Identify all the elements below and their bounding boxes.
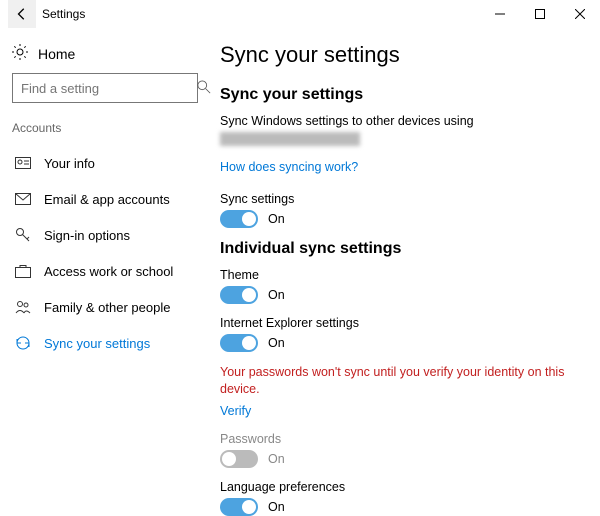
theme-state: On bbox=[268, 288, 285, 302]
titlebar: Settings bbox=[0, 0, 600, 28]
lang-toggle[interactable] bbox=[220, 498, 258, 516]
close-button[interactable] bbox=[560, 0, 600, 28]
sidebar-item-label: Sync your settings bbox=[44, 336, 150, 351]
ie-label: Internet Explorer settings bbox=[220, 316, 580, 330]
briefcase-icon bbox=[14, 264, 32, 278]
ie-state: On bbox=[268, 336, 285, 350]
sidebar: Home Accounts Your info Email & app acco… bbox=[0, 28, 210, 516]
home-label: Home bbox=[38, 46, 75, 62]
sidebar-item-your-info[interactable]: Your info bbox=[12, 145, 198, 181]
sync-settings-toggle[interactable] bbox=[220, 210, 258, 228]
search-icon bbox=[197, 80, 211, 97]
person-card-icon bbox=[14, 157, 32, 169]
people-icon bbox=[14, 300, 32, 314]
maximize-button[interactable] bbox=[520, 0, 560, 28]
sidebar-item-label: Sign-in options bbox=[44, 228, 130, 243]
main-content: Sync your settings Sync your settings Sy… bbox=[210, 28, 600, 516]
sync-settings-state: On bbox=[268, 212, 285, 226]
back-button[interactable] bbox=[8, 0, 36, 28]
sidebar-item-work-school[interactable]: Access work or school bbox=[12, 253, 198, 289]
minimize-button[interactable] bbox=[480, 0, 520, 28]
mail-icon bbox=[14, 193, 32, 205]
sidebar-item-label: Family & other people bbox=[44, 300, 170, 315]
sidebar-item-sync-settings[interactable]: Sync your settings bbox=[12, 325, 198, 361]
section-header-sync: Sync your settings bbox=[220, 86, 580, 104]
password-warning: Your passwords won't sync until you veri… bbox=[220, 364, 580, 398]
window-title: Settings bbox=[36, 7, 480, 21]
lang-label: Language preferences bbox=[220, 480, 580, 494]
sidebar-item-email-accounts[interactable]: Email & app accounts bbox=[12, 181, 198, 217]
sidebar-item-label: Email & app accounts bbox=[44, 192, 170, 207]
passwords-toggle bbox=[220, 450, 258, 468]
home-nav[interactable]: Home bbox=[12, 38, 198, 73]
sync-icon bbox=[14, 335, 32, 351]
account-name-redacted bbox=[220, 132, 360, 146]
search-input[interactable] bbox=[21, 81, 197, 96]
lang-state: On bbox=[268, 500, 285, 514]
key-icon bbox=[14, 227, 32, 243]
section-header-individual: Individual sync settings bbox=[220, 240, 580, 258]
sidebar-item-label: Your info bbox=[44, 156, 95, 171]
help-link[interactable]: How does syncing work? bbox=[220, 160, 358, 174]
theme-toggle[interactable] bbox=[220, 286, 258, 304]
sidebar-item-signin-options[interactable]: Sign-in options bbox=[12, 217, 198, 253]
gear-icon bbox=[12, 44, 28, 63]
passwords-state: On bbox=[268, 452, 285, 466]
verify-link[interactable]: Verify bbox=[220, 404, 251, 418]
page-title: Sync your settings bbox=[220, 42, 580, 68]
sidebar-item-family[interactable]: Family & other people bbox=[12, 289, 198, 325]
sync-settings-label: Sync settings bbox=[220, 192, 580, 206]
sync-description: Sync Windows settings to other devices u… bbox=[220, 114, 580, 128]
sidebar-group-header: Accounts bbox=[12, 121, 198, 135]
passwords-label: Passwords bbox=[220, 432, 580, 446]
sidebar-item-label: Access work or school bbox=[44, 264, 173, 279]
theme-label: Theme bbox=[220, 268, 580, 282]
search-box[interactable] bbox=[12, 73, 198, 103]
ie-toggle[interactable] bbox=[220, 334, 258, 352]
